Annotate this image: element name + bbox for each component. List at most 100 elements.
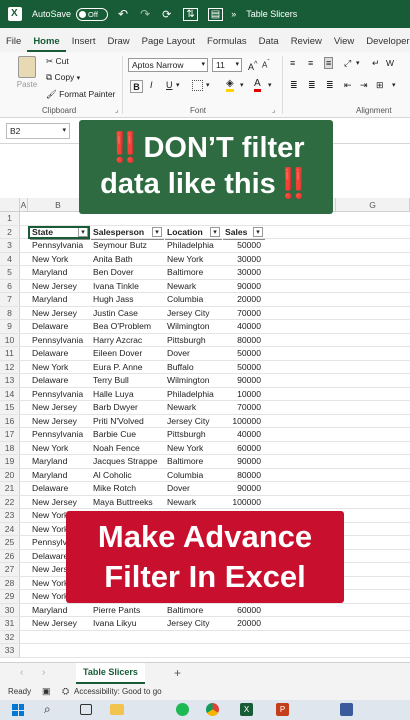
- chrome-icon[interactable]: [206, 703, 219, 716]
- table-cell[interactable]: Anita Bath: [91, 253, 164, 267]
- table-cell[interactable]: 20000: [223, 293, 265, 307]
- font-color-icon[interactable]: A: [254, 78, 261, 92]
- filter-dropdown-icon[interactable]: ▾: [152, 226, 162, 237]
- table-cell[interactable]: Terry Bull: [91, 374, 164, 388]
- font-launcher-icon[interactable]: ⌟: [272, 106, 275, 114]
- decrease-font-icon[interactable]: Aˇ: [262, 59, 270, 70]
- table-cell[interactable]: Pennsylvania: [30, 239, 90, 253]
- table-cell[interactable]: 20000: [223, 617, 265, 631]
- merge-icon[interactable]: ⊞: [376, 80, 384, 91]
- table-cell[interactable]: Pennsylvania: [30, 428, 90, 442]
- table-cell[interactable]: 40000: [223, 428, 265, 442]
- font-name-select[interactable]: Aptos Narrow ▾: [128, 58, 208, 72]
- row-header[interactable]: 7: [0, 293, 20, 306]
- table-cell[interactable]: Pittsburgh: [165, 334, 222, 348]
- row-header[interactable]: 3: [0, 239, 20, 252]
- spotify-icon[interactable]: [176, 703, 189, 716]
- excel-taskbar-icon[interactable]: X: [240, 703, 253, 716]
- row-header[interactable]: 32: [0, 630, 20, 643]
- bold-button[interactable]: B: [130, 80, 143, 93]
- refresh-icon[interactable]: ⟳: [162, 8, 171, 21]
- filter-dropdown-icon[interactable]: ▾: [210, 226, 220, 237]
- row-header[interactable]: 18: [0, 441, 20, 454]
- row-header[interactable]: 28: [0, 576, 20, 589]
- table-cell[interactable]: 90000: [223, 280, 265, 294]
- table-cell[interactable]: Maryland: [30, 469, 90, 483]
- clipboard-launcher-icon[interactable]: ⌟: [115, 106, 118, 114]
- table-cell[interactable]: Pierre Pants: [91, 604, 164, 618]
- table-cell[interactable]: Barb Dwyer: [91, 401, 164, 415]
- row-header[interactable]: 29: [0, 590, 20, 603]
- table-cell[interactable]: 90000: [223, 482, 265, 496]
- chevron-down-icon[interactable]: ▾: [206, 81, 210, 89]
- accessibility-status[interactable]: Accessibility: Good to go: [74, 687, 162, 696]
- row-header[interactable]: 25: [0, 536, 20, 549]
- redo-icon[interactable]: ↷: [140, 7, 150, 21]
- borders-icon[interactable]: [192, 80, 203, 91]
- sheet-tab-table-slicers[interactable]: Table Slicers: [76, 663, 145, 684]
- row-header[interactable]: 23: [0, 509, 20, 522]
- column-header-a[interactable]: A: [20, 198, 28, 212]
- table-cell[interactable]: 30000: [223, 266, 265, 280]
- align-center-icon[interactable]: ≣: [308, 80, 316, 91]
- tab-formulas[interactable]: Formulas: [201, 32, 253, 52]
- filter-dropdown-icon[interactable]: ▾: [253, 226, 263, 237]
- table-cell[interactable]: 10000: [223, 388, 265, 402]
- table-cell[interactable]: 100000: [223, 496, 265, 510]
- undo-icon[interactable]: ↶: [118, 7, 128, 21]
- macro-record-icon[interactable]: ▣: [42, 686, 51, 697]
- align-middle-icon[interactable]: ≡: [308, 58, 313, 68]
- table-cell[interactable]: Priti N'Volved: [91, 415, 164, 429]
- table-cell[interactable]: 50000: [223, 347, 265, 361]
- table-cell[interactable]: 60000: [223, 442, 265, 456]
- table-cell[interactable]: Delaware: [30, 482, 90, 496]
- increase-font-icon[interactable]: A^: [248, 59, 258, 72]
- table-cell[interactable]: Ivana Likyu: [91, 617, 164, 631]
- table-cell[interactable]: Mike Rotch: [91, 482, 164, 496]
- tab-home[interactable]: Home: [27, 32, 66, 52]
- table-cell[interactable]: Baltimore: [165, 604, 222, 618]
- table-cell[interactable]: Jersey City: [165, 617, 222, 631]
- table-cell[interactable]: New Jersey: [30, 617, 90, 631]
- align-left-icon[interactable]: ≣: [290, 80, 298, 91]
- row-header[interactable]: 8: [0, 306, 20, 319]
- table-cell[interactable]: Justin Case: [91, 307, 164, 321]
- table-cell[interactable]: Maryland: [30, 293, 90, 307]
- table-cell[interactable]: Delaware: [30, 374, 90, 388]
- tab-review[interactable]: Review: [285, 32, 328, 52]
- wrap-text-icon[interactable]: ↵: [372, 58, 380, 69]
- task-view-icon[interactable]: [80, 704, 92, 715]
- row-header[interactable]: 16: [0, 414, 20, 427]
- table-cell[interactable]: Columbia: [165, 293, 222, 307]
- table-cell[interactable]: Jersey City: [165, 415, 222, 429]
- accessibility-icon[interactable]: ⛭: [62, 686, 69, 697]
- row-header[interactable]: 1: [0, 212, 20, 225]
- wrap-text-label[interactable]: W: [386, 58, 394, 68]
- row-header[interactable]: 30: [0, 603, 20, 616]
- copy-button[interactable]: ⧉ Copy ▾: [46, 72, 80, 83]
- table-cell[interactable]: New York: [30, 361, 90, 375]
- align-bottom-icon[interactable]: ≡: [324, 57, 334, 69]
- row-header[interactable]: 20: [0, 468, 20, 481]
- windows-start-icon[interactable]: [12, 704, 24, 716]
- table-cell[interactable]: Delaware: [30, 347, 90, 361]
- table-cell[interactable]: Buffalo: [165, 361, 222, 375]
- row-header[interactable]: 11: [0, 347, 20, 360]
- paste-button[interactable]: Paste: [12, 54, 42, 96]
- table-cell[interactable]: Maryland: [30, 604, 90, 618]
- row-header[interactable]: 26: [0, 549, 20, 562]
- table-cell[interactable]: Seymour Butz: [91, 239, 164, 253]
- app-taskbar-icon[interactable]: [340, 703, 353, 716]
- table-cell[interactable]: 80000: [223, 469, 265, 483]
- table-cell[interactable]: Barbie Cue: [91, 428, 164, 442]
- row-header[interactable]: 12: [0, 360, 20, 373]
- table-cell[interactable]: New Jersey: [30, 307, 90, 321]
- table-cell[interactable]: Maya Buttreeks: [91, 496, 164, 510]
- table-cell[interactable]: Pittsburgh: [165, 428, 222, 442]
- chevron-down-icon[interactable]: ▾: [240, 81, 244, 89]
- table-cell[interactable]: Wilmington: [165, 320, 222, 334]
- table-cell[interactable]: Ivana Tinkle: [91, 280, 164, 294]
- table-cell[interactable]: Dover: [165, 347, 222, 361]
- table-cell[interactable]: Maryland: [30, 455, 90, 469]
- decrease-indent-icon[interactable]: ⇤: [344, 80, 352, 91]
